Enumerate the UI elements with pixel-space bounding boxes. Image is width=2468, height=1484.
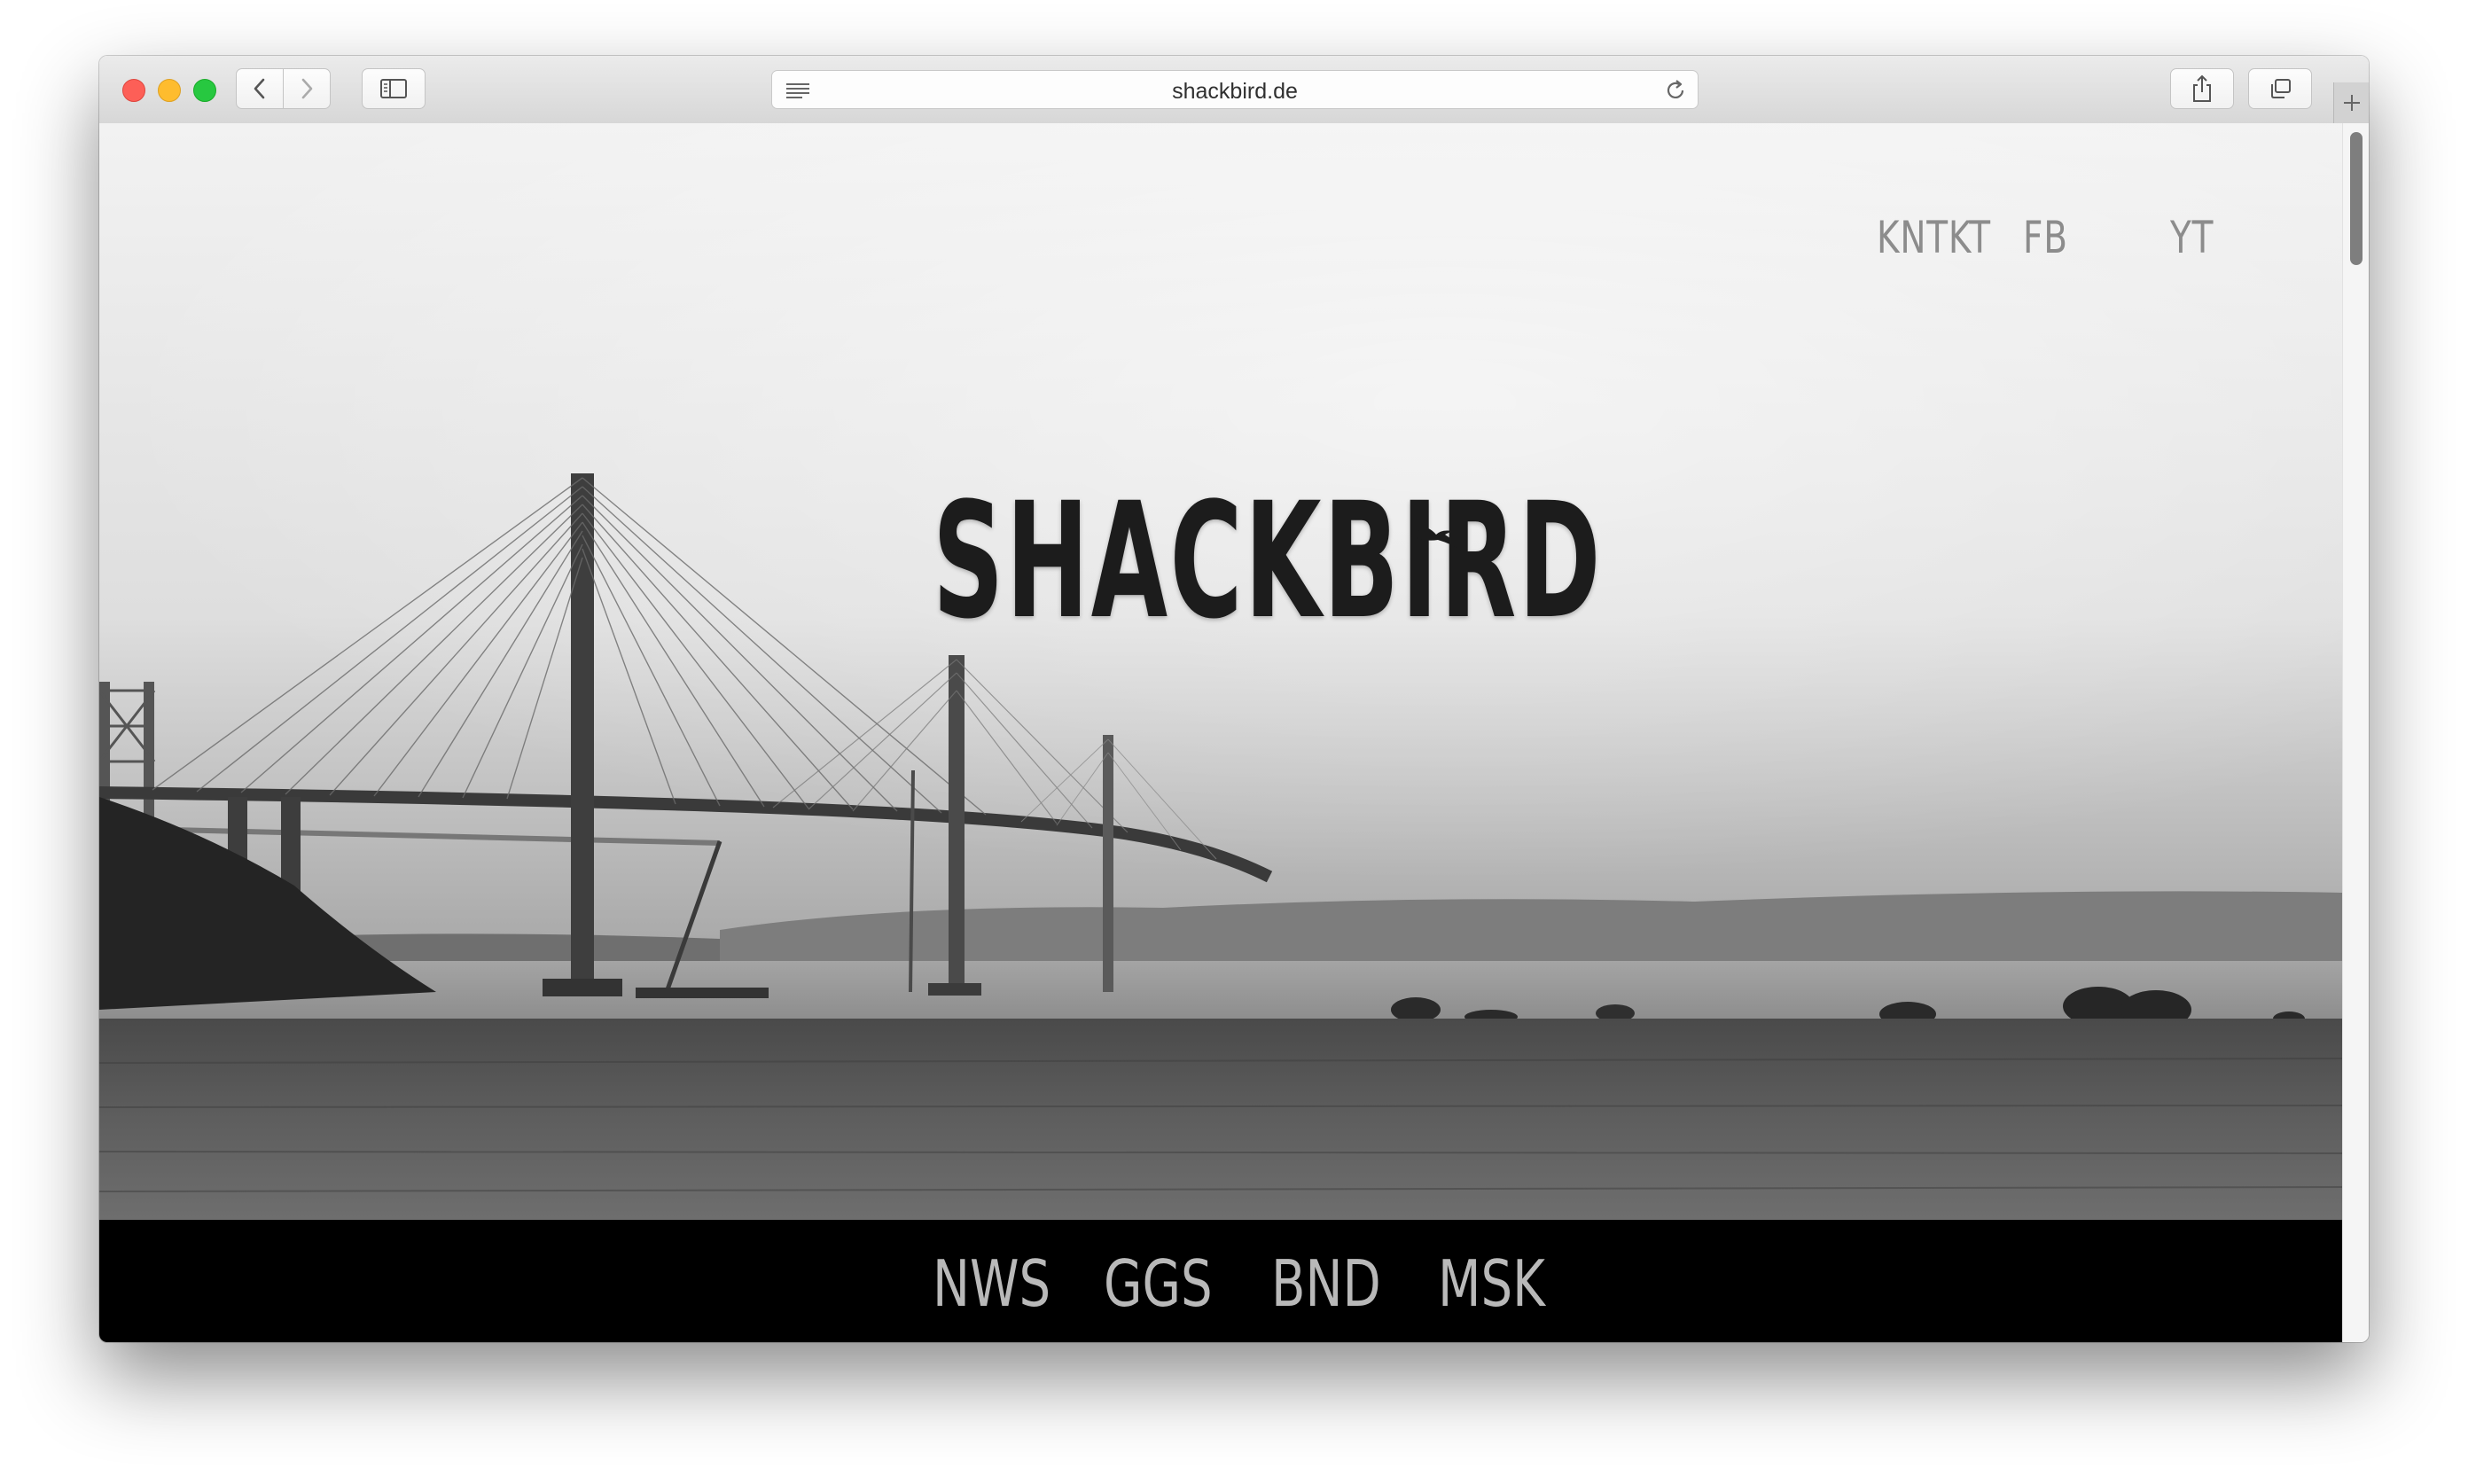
address-bar[interactable]: shackbird.de: [771, 70, 1699, 109]
bird-icon: [1413, 527, 1461, 551]
tab-overview-button[interactable]: [2248, 68, 2312, 109]
nav-link-msk[interactable]: MSK: [1438, 1246, 1545, 1321]
nav-link-yt[interactable]: YT: [2170, 212, 2214, 263]
nav-link-ggs[interactable]: GGS: [1104, 1246, 1213, 1321]
close-window-button[interactable]: [122, 79, 145, 102]
forward-chevron-icon: [301, 78, 313, 99]
new-tab-button[interactable]: [2333, 82, 2369, 123]
hero-photo: [99, 123, 2342, 1220]
nav-link-fb[interactable]: FB: [2023, 212, 2068, 263]
plus-icon: [2344, 95, 2360, 111]
sidebar-toggle-button[interactable]: [362, 68, 426, 109]
minimize-window-button[interactable]: [158, 79, 181, 102]
site-logo[interactable]: SHACKBIRD: [933, 469, 1604, 654]
tabs-icon: [2271, 79, 2291, 98]
bridge-landscape-image: [99, 123, 2342, 1220]
share-icon: [2193, 74, 2211, 102]
nav-link-nws[interactable]: NWS: [933, 1246, 1050, 1321]
vertical-scrollbar[interactable]: [2342, 123, 2369, 1342]
zoom-window-button[interactable]: [193, 79, 216, 102]
nav-link-bnd[interactable]: BND: [1271, 1246, 1381, 1321]
bottom-navigation: NWS GGS BND MSK: [99, 1220, 2342, 1342]
top-navigation: KNTKT FB YT: [99, 212, 2342, 283]
browser-window: shackbird.de KNTKT FB YT SHACKBIRD NWS G…: [99, 56, 2369, 1342]
logo-text: SHACKBIRD: [933, 469, 1604, 654]
browser-toolbar: shackbird.de: [99, 56, 2369, 125]
scrollbar-thumb[interactable]: [2350, 132, 2363, 265]
nav-link-kntkt[interactable]: KNTKT: [1877, 212, 1991, 263]
sidebar-icon: [380, 79, 407, 98]
back-button[interactable]: [236, 68, 284, 109]
back-chevron-icon: [254, 78, 265, 99]
share-button[interactable]: [2170, 68, 2234, 109]
url-text[interactable]: shackbird.de: [772, 79, 1698, 105]
reload-icon[interactable]: [1664, 79, 1687, 102]
forward-button[interactable]: [283, 68, 331, 109]
web-page: KNTKT FB YT SHACKBIRD NWS GGS BND MSK: [99, 123, 2342, 1342]
